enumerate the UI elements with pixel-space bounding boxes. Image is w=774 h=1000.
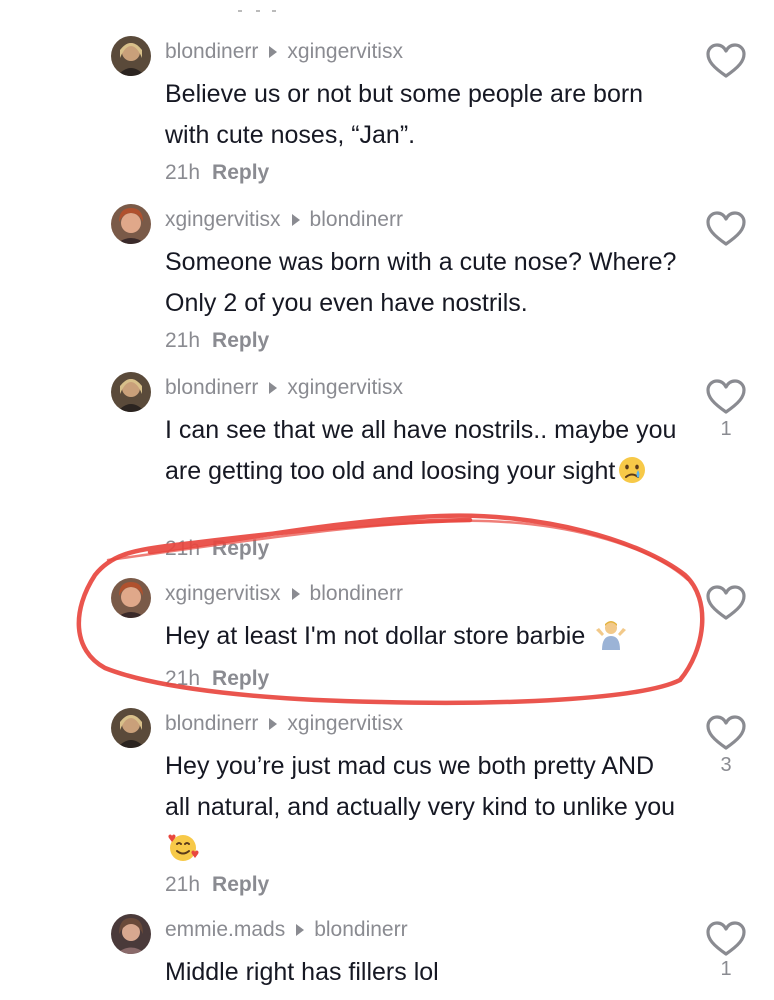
person-shrugging-emoji-icon (596, 621, 627, 650)
comment-author[interactable]: xgingervitisx (165, 582, 281, 605)
comment-time: 21h (165, 329, 201, 352)
comment-meta: 21h Reply (165, 870, 269, 900)
comment-header: blondinerr xgingervitisx (165, 708, 403, 740)
avatar[interactable] (111, 204, 151, 244)
comment-header: xgingervitisx blondinerr (165, 204, 403, 236)
like-count: 1 (720, 418, 732, 440)
comment-text-body: I can see that we all have nostrils.. ma… (165, 416, 677, 485)
comment-author[interactable]: blondinerr (165, 40, 258, 63)
scroll-fade-dots (238, 10, 276, 12)
reply-button[interactable]: Reply (212, 329, 269, 352)
comment-meta: 21h Reply (165, 534, 269, 564)
avatar[interactable] (111, 372, 151, 412)
comment-header: blondinerr xgingervitisx (165, 36, 403, 68)
like-count: 3 (720, 754, 732, 776)
avatar[interactable] (111, 36, 151, 76)
comment-header: emmie.mads blondinerr (165, 914, 408, 946)
reply-arrow-icon (291, 214, 300, 226)
reply-button[interactable]: Reply (212, 667, 269, 690)
comment-text-body: Believe us or not but some people are bo… (165, 80, 644, 149)
comment-reply-to[interactable]: blondinerr (310, 208, 403, 231)
reply-button[interactable]: Reply (212, 161, 269, 184)
comment-meta: 21h Reply (165, 326, 269, 356)
comment-meta: 21h Reply (165, 158, 269, 188)
heart-outline-icon[interactable] (705, 714, 747, 752)
comment-reply-to[interactable]: xgingervitisx (287, 712, 403, 735)
comment-meta: 21h Reply (165, 664, 269, 694)
smiling-face-with-hearts-emoji-icon (168, 834, 199, 861)
reply-arrow-icon (269, 46, 278, 58)
heart-outline-icon[interactable] (705, 378, 747, 416)
comment-text-body: Hey at least I'm not dollar store barbie (165, 622, 586, 650)
comment-text-body: Hey you’re just mad cus we both pretty A… (165, 752, 676, 821)
comment-reply-to[interactable]: blondinerr (314, 918, 407, 941)
comment-text-body: Middle right has fillers lol (165, 958, 439, 986)
comment-author[interactable]: emmie.mads (165, 918, 285, 941)
comment-text: Someone was born with a cute nose? Where… (165, 242, 685, 324)
reply-arrow-icon (291, 588, 300, 600)
crying-face-emoji-icon (619, 457, 646, 483)
comment-reply-to[interactable]: xgingervitisx (287, 40, 403, 63)
avatar[interactable] (111, 914, 151, 954)
avatar[interactable] (111, 708, 151, 748)
comment-time: 21h (165, 873, 201, 896)
reply-arrow-icon (269, 382, 278, 394)
reply-button[interactable]: Reply (212, 537, 269, 560)
like-count: 1 (720, 958, 732, 980)
comment-text-body: Someone was born with a cute nose? Where… (165, 248, 677, 317)
comment-author[interactable]: blondinerr (165, 712, 258, 735)
comment-text: Hey at least I'm not dollar store barbie (165, 616, 685, 657)
comment-author[interactable]: xgingervitisx (165, 208, 281, 231)
heart-outline-icon[interactable] (705, 42, 747, 80)
heart-outline-icon[interactable] (705, 920, 747, 958)
comment-header: blondinerr xgingervitisx (165, 372, 403, 404)
comment-reply-to[interactable]: blondinerr (310, 582, 403, 605)
comment-text: Middle right has fillers lol (165, 952, 685, 993)
comment-time: 21h (165, 667, 201, 690)
comment-header: xgingervitisx blondinerr (165, 578, 403, 610)
comment-text: Hey you’re just mad cus we both pretty A… (165, 746, 685, 869)
comment-time: 21h (165, 537, 201, 560)
comment-text: Believe us or not but some people are bo… (165, 74, 685, 156)
heart-outline-icon[interactable] (705, 584, 747, 622)
reply-arrow-icon (296, 924, 305, 936)
comment-time: 21h (165, 161, 201, 184)
reply-arrow-icon (269, 718, 278, 730)
comment-reply-to[interactable]: xgingervitisx (287, 376, 403, 399)
comment-text: I can see that we all have nostrils.. ma… (165, 410, 685, 492)
reply-button[interactable]: Reply (212, 873, 269, 896)
heart-outline-icon[interactable] (705, 210, 747, 248)
avatar[interactable] (111, 578, 151, 618)
comment-author[interactable]: blondinerr (165, 376, 258, 399)
